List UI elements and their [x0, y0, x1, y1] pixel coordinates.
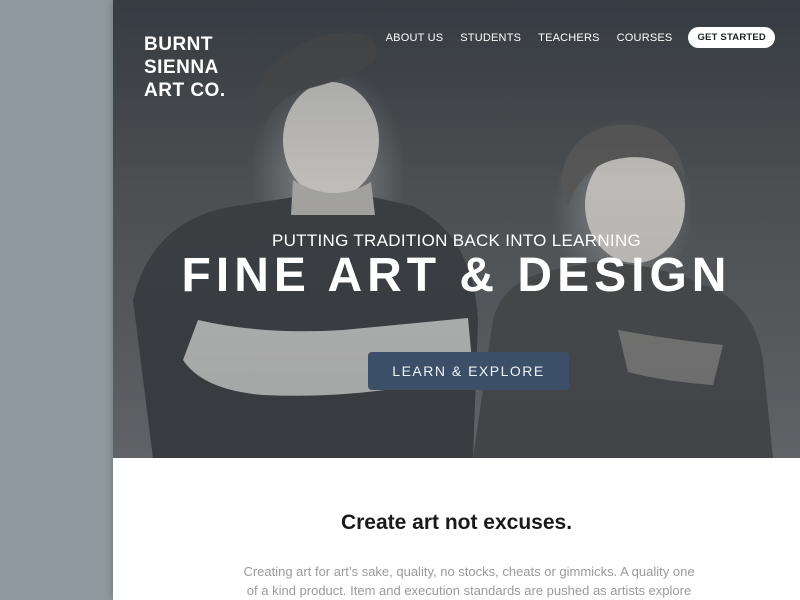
- nav-link-students[interactable]: STUDENTS: [460, 32, 521, 44]
- get-started-button[interactable]: GET STARTED: [688, 27, 775, 48]
- section-heading: Create art not excuses.: [340, 511, 573, 534]
- page-gutter: [0, 0, 113, 600]
- hero-headline: FINE ART & DESIGN: [181, 249, 732, 302]
- nav-link-teachers[interactable]: TEACHERS: [538, 32, 600, 44]
- brand-logo-line-3: ART CO.: [144, 80, 226, 101]
- section-body-text: Creating art for art’s sake, quality, no…: [243, 564, 695, 598]
- learn-explore-button[interactable]: LEARN & EXPLORE: [368, 352, 569, 390]
- main-nav: ABOUT US STUDENTS TEACHERS COURSES GET S…: [369, 27, 775, 48]
- nav-link-courses[interactable]: COURSES: [617, 32, 673, 44]
- brand-logo-line-1: BURNT: [144, 34, 213, 55]
- brand-logo[interactable]: BURNT SIENNA ART CO.: [144, 33, 226, 102]
- landing-page: BURNT SIENNA ART CO. ABOUT US STUDENTS T…: [113, 0, 800, 600]
- hero-section: BURNT SIENNA ART CO. ABOUT US STUDENTS T…: [113, 0, 800, 458]
- brand-logo-line-2: SIENNA: [144, 57, 219, 78]
- nav-link-about-us[interactable]: ABOUT US: [386, 32, 444, 44]
